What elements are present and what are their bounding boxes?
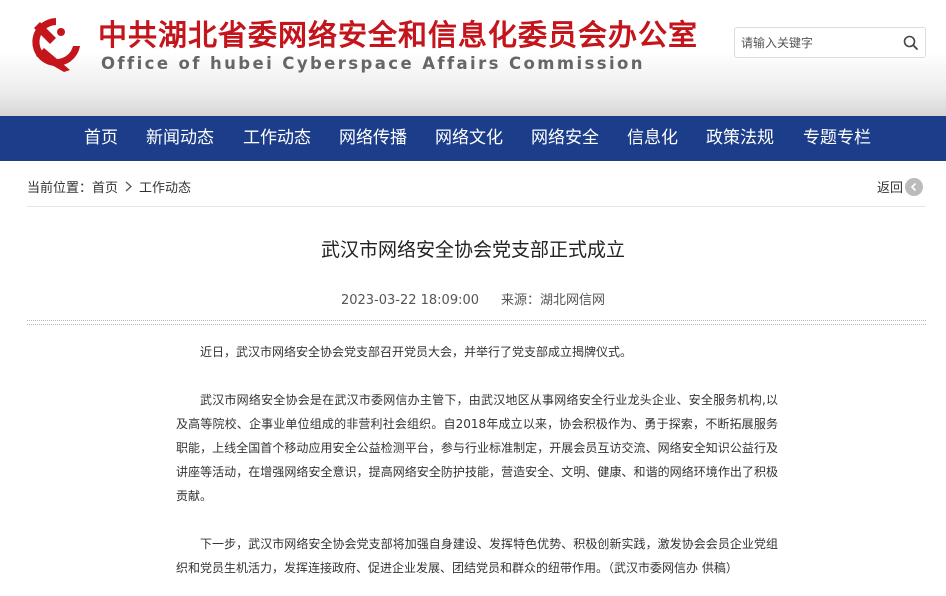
article-paragraph: 武汉市网络安全协会是在武汉市委网信办主管下，由武汉地区从事网络安全行业龙头企业、… bbox=[176, 393, 778, 503]
article-paragraph: 下一步，武汉市网络安全协会党支部将加强自身建设、发挥特色优势、积极创新实践，激发… bbox=[176, 537, 778, 575]
breadcrumb-home-link[interactable]: 首页 bbox=[92, 177, 118, 196]
back-button[interactable]: 返回 bbox=[877, 177, 924, 196]
nav-item-informatization[interactable]: 信息化 bbox=[627, 116, 678, 161]
article-body: 近日，武汉市网络安全协会党支部召开党员大会，并举行了党支部成立揭牌仪式。 武汉市… bbox=[176, 340, 778, 580]
title-divider bbox=[27, 320, 926, 325]
nav-item-home[interactable]: 首页 bbox=[84, 116, 118, 161]
party-emblem-icon[interactable] bbox=[26, 12, 86, 72]
breadcrumb-current-link[interactable]: 工作动态 bbox=[139, 177, 191, 196]
article-title: 武汉市网络安全协会党支部正式成立 bbox=[320, 239, 625, 261]
article-date: 2023-03-22 18:09:00 bbox=[340, 293, 480, 308]
back-label: 返回 bbox=[877, 181, 904, 196]
nav-item-network-culture[interactable]: 网络文化 bbox=[435, 116, 503, 161]
search-input[interactable] bbox=[735, 28, 895, 57]
main-nav: 首页 新闻动态 工作动态 网络传播 网络文化 网络安全 信息化 政策法规 专题专… bbox=[0, 116, 946, 161]
site-header: 中共湖北省委网络安全和信息化委员会办公室 Office of hubei Cyb… bbox=[0, 0, 946, 116]
nav-item-special-topics[interactable]: 专题专栏 bbox=[803, 116, 871, 161]
chevron-right-icon bbox=[125, 181, 133, 192]
article-paragraph: 近日，武汉市网络安全协会党支部召开党员大会，并举行了党支部成立揭牌仪式。 bbox=[200, 345, 633, 359]
article-source: 来源：湖北网信网 bbox=[501, 293, 606, 308]
site-title[interactable]: 中共湖北省委网络安全和信息化委员会办公室 bbox=[98, 12, 698, 54]
breadcrumb-divider bbox=[27, 206, 926, 207]
nav-item-network-security[interactable]: 网络安全 bbox=[531, 116, 599, 161]
article-meta: 2023-03-22 18:09:00 来源：湖北网信网 bbox=[0, 289, 946, 308]
back-arrow-icon bbox=[905, 177, 924, 196]
nav-item-policies[interactable]: 政策法规 bbox=[706, 116, 774, 161]
search-icon bbox=[903, 35, 918, 50]
breadcrumb: 当前位置： 首页 工作动态 bbox=[27, 177, 191, 196]
search-box bbox=[734, 27, 926, 58]
breadcrumb-prefix: 当前位置： bbox=[27, 181, 93, 196]
nav-item-work[interactable]: 工作动态 bbox=[243, 116, 311, 161]
site-subtitle: Office of hubei Cyberspace Affairs Commi… bbox=[101, 54, 645, 73]
search-button[interactable] bbox=[895, 28, 925, 57]
nav-item-news[interactable]: 新闻动态 bbox=[146, 116, 214, 161]
nav-item-network-communication[interactable]: 网络传播 bbox=[339, 116, 407, 161]
